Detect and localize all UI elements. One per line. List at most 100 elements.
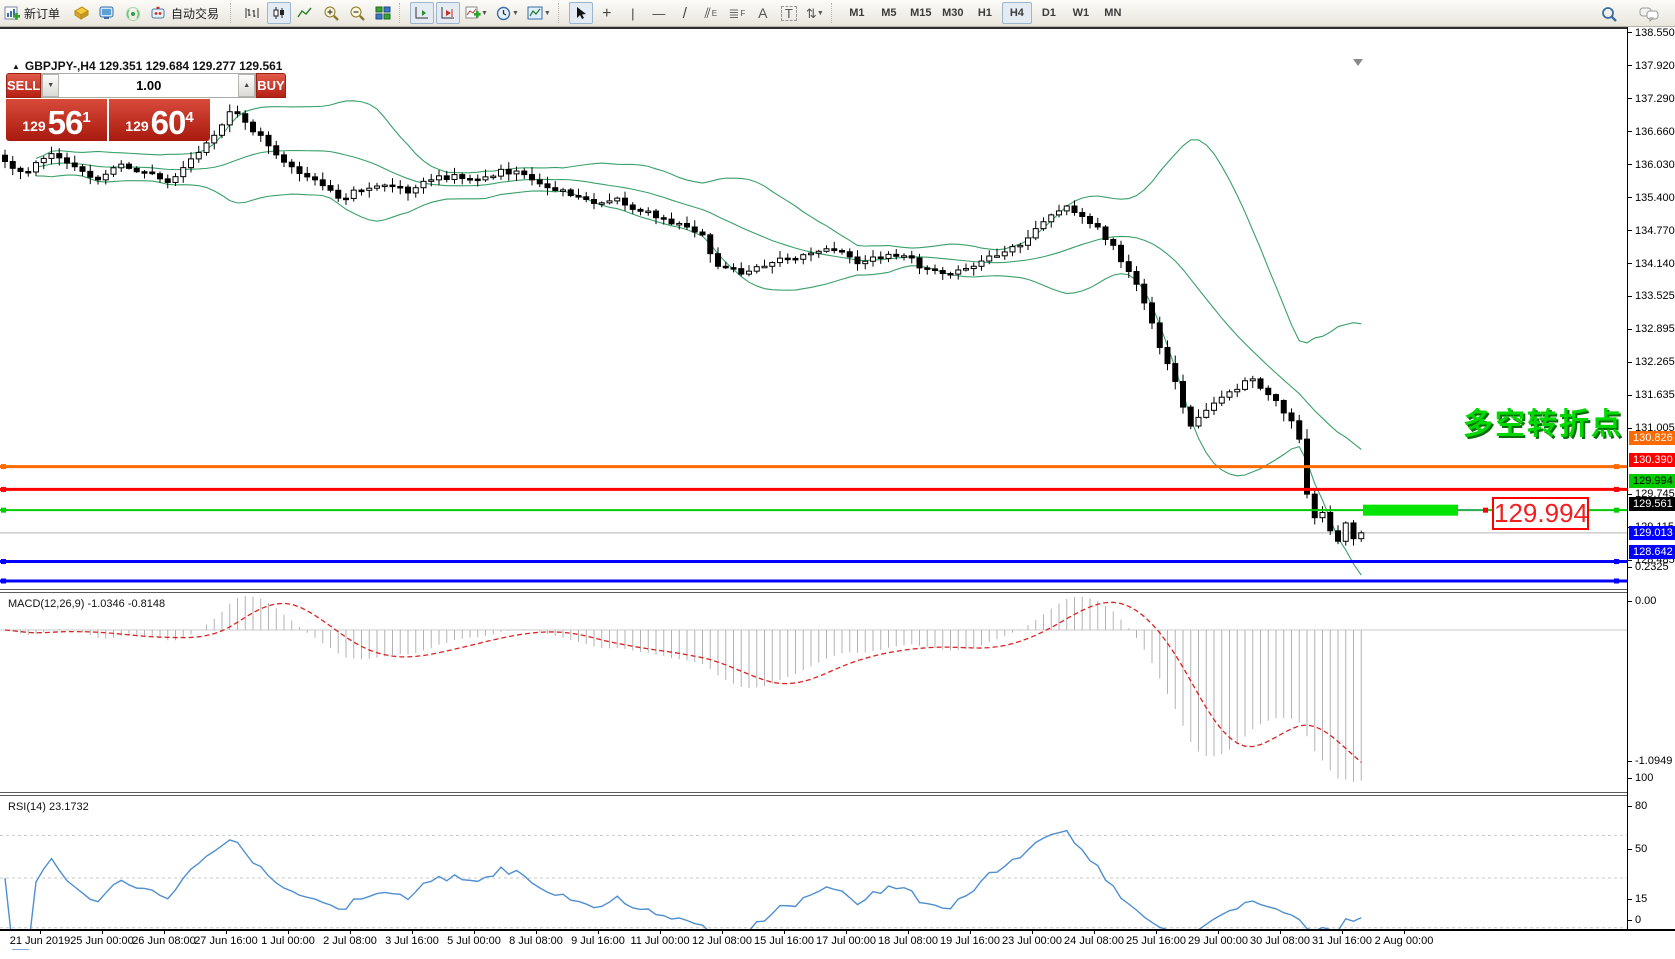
volume-input[interactable] bbox=[59, 74, 238, 97]
tile-windows-button[interactable] bbox=[371, 2, 395, 24]
price-tick-label: 134.770 bbox=[1635, 225, 1675, 237]
time-axis[interactable]: 21 Jun 201925 Jun 00:0026 Jun 08:0027 Ju… bbox=[0, 929, 1675, 949]
price-tick-label: 136.030 bbox=[1635, 159, 1675, 171]
auto-scroll-icon bbox=[414, 6, 430, 20]
chat-button[interactable] bbox=[1636, 3, 1662, 25]
time-tick-mark bbox=[40, 931, 41, 934]
cursor-button[interactable] bbox=[569, 2, 593, 24]
macd-tick-label: 0.2325 bbox=[1635, 561, 1669, 573]
price-tick-label: 135.400 bbox=[1635, 192, 1675, 204]
timeframe-button-M5[interactable]: M5 bbox=[874, 2, 904, 24]
collapse-trade-panel-arrow[interactable]: ▲ bbox=[12, 62, 20, 71]
time-tick-mark bbox=[1342, 931, 1343, 934]
time-tick-mark bbox=[1404, 931, 1405, 934]
volume-up-button[interactable]: ▲ bbox=[238, 74, 255, 97]
timeframe-button-H4[interactable]: H4 bbox=[1002, 2, 1032, 24]
volume-down-button[interactable]: ▼ bbox=[42, 74, 59, 97]
buy-price[interactable]: 129 60 4 bbox=[109, 99, 210, 141]
crosshair-button[interactable]: + bbox=[595, 2, 619, 24]
channel-icon: ⫽ bbox=[705, 7, 711, 20]
new-chart-icon bbox=[73, 6, 90, 21]
periods-button[interactable]: ▼ bbox=[493, 2, 522, 24]
bar-chart-icon bbox=[245, 6, 261, 20]
main-toolbar: 新订单 自动交易 bbox=[0, 0, 1675, 27]
time-tick-mark bbox=[1032, 931, 1033, 934]
chart-shift-marker[interactable] bbox=[1353, 59, 1363, 66]
rsi-tick-label: 100 bbox=[1635, 772, 1653, 784]
indicators-button[interactable]: ▼ bbox=[462, 2, 491, 24]
arrows-button[interactable]: ⇅ ▼ bbox=[803, 2, 827, 24]
tile-windows-icon bbox=[375, 6, 391, 20]
price-tick-mark bbox=[1628, 98, 1632, 99]
text-button[interactable]: A bbox=[751, 2, 775, 24]
zoom-out-button[interactable] bbox=[345, 2, 369, 24]
price-tick-label: 132.895 bbox=[1635, 323, 1675, 335]
price-tick-mark bbox=[1628, 32, 1632, 33]
sell-button[interactable]: SELL bbox=[6, 73, 41, 98]
pane-separator-rsi[interactable] bbox=[0, 792, 1627, 796]
metaeditor-button[interactable] bbox=[95, 2, 119, 24]
chevron-down-icon: ▼ bbox=[481, 7, 488, 20]
price-axis[interactable]: 138.550137.920137.290136.660136.030135.4… bbox=[1627, 27, 1675, 930]
price-callout-box[interactable]: 129.994 bbox=[1492, 497, 1589, 530]
price-tick-label: 137.920 bbox=[1635, 60, 1675, 72]
fibonacci-button[interactable]: ≣F bbox=[725, 2, 749, 24]
templates-icon bbox=[527, 6, 544, 21]
timeframe-button-M15[interactable]: M15 bbox=[906, 2, 936, 24]
new-chart-button[interactable] bbox=[69, 2, 93, 24]
zoom-in-button[interactable] bbox=[319, 2, 343, 24]
text-label-button[interactable]: T bbox=[777, 2, 801, 24]
rsi-tick-mark bbox=[1628, 849, 1632, 850]
line-chart-button[interactable] bbox=[293, 2, 317, 24]
timeframe-button-MN[interactable]: MN bbox=[1098, 2, 1128, 24]
price-level-chip-129.013: 129.013 bbox=[1629, 526, 1675, 540]
chart-title: ▲GBPJPY-,H4 129.351 129.684 129.277 129.… bbox=[12, 59, 282, 73]
price-level-chip-130.390: 130.390 bbox=[1629, 453, 1675, 467]
timeframe-button-M30[interactable]: M30 bbox=[938, 2, 968, 24]
bar-chart-button[interactable] bbox=[241, 2, 265, 24]
timeframe-button-W1[interactable]: W1 bbox=[1066, 2, 1096, 24]
price-tick-mark bbox=[1628, 131, 1632, 132]
cursor-icon bbox=[575, 6, 587, 20]
time-tick-mark bbox=[908, 931, 909, 934]
horizontal-line-button[interactable]: — bbox=[647, 2, 671, 24]
new-order-button[interactable]: 新订单 bbox=[1, 2, 67, 24]
timeframe-button-D1[interactable]: D1 bbox=[1034, 2, 1064, 24]
line-chart-icon bbox=[297, 6, 313, 20]
time-tick-mark bbox=[1280, 931, 1281, 934]
sell-price-figure: 129 bbox=[22, 114, 45, 138]
trendline-button[interactable]: / bbox=[673, 2, 697, 24]
candlestick-chart-button[interactable] bbox=[267, 2, 291, 24]
candlestick-chart-icon bbox=[271, 6, 287, 20]
signals-button[interactable] bbox=[121, 2, 145, 24]
search-button[interactable] bbox=[1597, 3, 1621, 25]
auto-scroll-button[interactable] bbox=[410, 2, 434, 24]
highlight-zone[interactable] bbox=[1363, 505, 1458, 516]
price-tick-mark bbox=[1628, 230, 1632, 231]
chart-shift-button[interactable] bbox=[436, 2, 460, 24]
autotrading-button[interactable]: 自动交易 bbox=[147, 2, 226, 24]
sell-price[interactable]: 129 56 1 bbox=[6, 99, 107, 141]
macd-tick-label: 0.00 bbox=[1635, 595, 1656, 607]
time-tick-mark bbox=[474, 931, 475, 934]
zoom-in-icon bbox=[323, 5, 340, 21]
price-tick-label: 138.550 bbox=[1635, 27, 1675, 39]
buy-button[interactable]: BUY bbox=[256, 73, 285, 98]
pane-separator-macd[interactable] bbox=[0, 589, 1627, 593]
price-tick-mark bbox=[1628, 428, 1632, 429]
autotrading-icon bbox=[150, 6, 167, 21]
vertical-line-button[interactable]: | bbox=[621, 2, 645, 24]
timeframe-group: M1M5M15M30H1H4D1W1MN bbox=[841, 2, 1129, 24]
turning-point-annotation[interactable]: 多空转折点 bbox=[1463, 399, 1623, 443]
rsi-label: RSI(14) 23.1732 bbox=[8, 801, 89, 813]
rsi-tick-label: 15 bbox=[1635, 893, 1647, 905]
macd-tick-label: -1.0949 bbox=[1635, 755, 1672, 767]
buy-price-figure: 129 bbox=[125, 114, 148, 138]
chat-icon bbox=[1639, 6, 1659, 22]
rsi-tick-mark bbox=[1628, 806, 1632, 807]
channel-button[interactable]: ⫽E bbox=[699, 2, 723, 24]
timeframe-button-M1[interactable]: M1 bbox=[842, 2, 872, 24]
templates-button[interactable]: ▼ bbox=[524, 2, 554, 24]
timeframe-button-H1[interactable]: H1 bbox=[970, 2, 1000, 24]
price-tick-mark bbox=[1628, 362, 1632, 363]
